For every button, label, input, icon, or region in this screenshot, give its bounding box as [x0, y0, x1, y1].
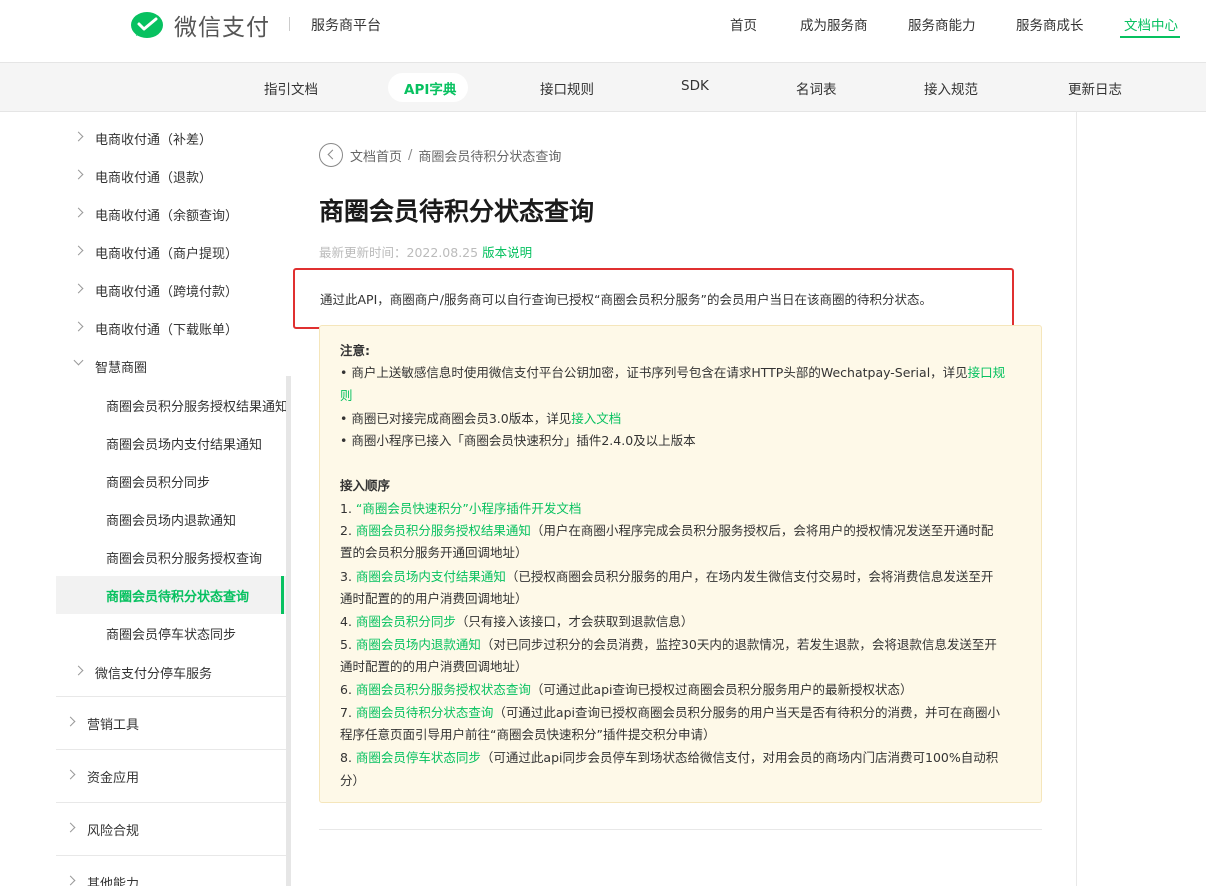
sidebar-divider: [56, 802, 286, 803]
chevron-right-icon: [65, 875, 76, 886]
chevron-right-icon: [73, 169, 84, 180]
access-doc-link[interactable]: 接入文档: [571, 411, 621, 426]
tab-changelog[interactable]: 更新日志: [1068, 78, 1122, 98]
order-step: 2. 商圈会员积分服务授权结果通知（用户在商圈小程序完成会员积分服务授权后，会将…: [340, 523, 994, 538]
chevron-right-icon: [65, 716, 76, 727]
sidebar-scrollbar[interactable]: [286, 376, 291, 886]
sidebar-subitem-selected[interactable]: 商圈会员待积分状态查询: [56, 576, 286, 614]
chevron-right-icon: [73, 321, 84, 332]
sidebar-divider: [56, 855, 286, 856]
notice-heading: 注意:: [340, 343, 370, 358]
chevron-right-icon: [65, 822, 76, 833]
sidebar-divider: [56, 696, 286, 697]
updated-date: 2022.08.25: [406, 245, 479, 260]
order-step: 1. “商圈会员快速积分”小程序插件开发文档: [340, 501, 582, 516]
content-divider: [319, 829, 1042, 830]
order-step-cont: 通时配置的的用户消费回调地址）: [340, 659, 528, 674]
notice-line: • 商圈小程序已接入「商圈会员快速积分」插件2.4.0及以上版本: [340, 433, 696, 448]
back-arrow-icon[interactable]: [319, 143, 343, 167]
update-meta: 最新更新时间：2022.08.25 版本说明: [319, 242, 532, 261]
order-step: 5. 商圈会员场内退款通知（对已同步过积分的会员消费，监控30天内的退款情况，若…: [340, 637, 997, 652]
notice-line: • 商户上送敏感信息时使用微信支付平台公钥加密，证书序列号包含在请求HTTP头部…: [340, 365, 1006, 380]
order-step-cont: 程序任意页面引导用户前往“商圈会员快速积分”插件提交积分申请）: [340, 727, 716, 742]
intro-highlight-box: 通过此API，商圈商户/服务商可以自行查询已授权“商圈会员积分服务”的会员用户当…: [293, 268, 1014, 329]
breadcrumb-separator: /: [408, 147, 413, 163]
breadcrumb: 文档首页 / 商圈会员待积分状态查询: [319, 142, 561, 168]
sidebar-item[interactable]: 电商收付通（补差）: [56, 119, 286, 157]
selected-indicator: [281, 576, 284, 614]
sidebar-group-other[interactable]: 其他能力: [56, 863, 286, 886]
sidebar-group-marketing[interactable]: 营销工具: [56, 704, 286, 742]
nav-active-underline: [1120, 36, 1180, 38]
order-step: 3. 商圈会员场内支付结果通知（已授权商圈会员积分服务的用户，在场内发生微信支付…: [340, 569, 994, 584]
tab-glossary[interactable]: 名词表: [796, 78, 837, 98]
notice-line: • 商圈已对接完成商圈会员3.0版本，详见接入文档: [340, 411, 622, 426]
nav-home[interactable]: 首页: [730, 14, 757, 34]
step-link[interactable]: 商圈会员场内支付结果通知: [356, 569, 506, 584]
sidebar-group-risk[interactable]: 风险合规: [56, 810, 286, 848]
sidebar-subitem[interactable]: 商圈会员积分服务授权结果通知: [56, 386, 288, 424]
sidebar-group-funds[interactable]: 资金应用: [56, 757, 286, 795]
sidebar-subitem[interactable]: 商圈会员停车状态同步: [56, 614, 286, 652]
nav-become-provider[interactable]: 成为服务商: [800, 14, 868, 34]
chevron-right-icon: [73, 207, 84, 218]
sidebar-item[interactable]: 电商收付通（商户提现）: [56, 233, 286, 271]
api-rules-link[interactable]: 接口规: [968, 365, 1006, 380]
sidebar-subitem[interactable]: 商圈会员场内支付结果通知: [56, 424, 286, 462]
top-header: 微信支付 服务商平台 首页 成为服务商 服务商能力 服务商成长 文档中心: [0, 0, 1206, 62]
chevron-right-icon: [73, 283, 84, 294]
sidebar-item[interactable]: 电商收付通（余额查询）: [56, 195, 286, 233]
sub-nav: 指引文档 API字典 接口规则 SDK 名词表 接入规范 更新日志: [0, 62, 1206, 112]
chevron-right-icon: [73, 665, 84, 676]
step-link[interactable]: 商圈会员场内退款通知: [356, 637, 481, 652]
step-link[interactable]: 商圈会员待积分状态查询: [356, 705, 494, 720]
chevron-down-icon: [73, 355, 84, 366]
intro-text: 通过此API，商圈商户/服务商可以自行查询已授权“商圈会员积分服务”的会员用户当…: [320, 292, 932, 307]
sidebar-subitem[interactable]: 商圈会员积分同步: [56, 462, 286, 500]
top-nav: 首页 成为服务商 服务商能力 服务商成长 文档中心: [0, 14, 1206, 44]
order-step: 6. 商圈会员积分服务授权状态查询（可通过此api查询已授权过商圈会员积分服务用…: [340, 682, 913, 697]
step-link[interactable]: “商圈会员快速积分”小程序插件开发文档: [356, 501, 581, 516]
api-rules-link[interactable]: 则: [340, 388, 353, 403]
order-step: 8. 商圈会员停车状态同步（可通过此api同步会员停车到场状态给微信支付，对用会…: [340, 750, 999, 765]
sidebar-item[interactable]: 电商收付通（退款）: [56, 157, 286, 195]
order-step: 7. 商圈会员待积分状态查询（可通过此api查询已授权商圈会员积分服务的用户当天…: [340, 705, 1000, 720]
tab-access-spec[interactable]: 接入规范: [924, 78, 978, 98]
order-step-cont: 分）: [340, 773, 366, 788]
sidebar-subitem[interactable]: 商圈会员积分服务授权查询: [56, 538, 286, 576]
tab-api-rules[interactable]: 接口规则: [540, 78, 594, 98]
chevron-right-icon: [65, 769, 76, 780]
order-step-cont: 置的会员积分服务开通回调地址）: [340, 545, 528, 560]
step-link[interactable]: 商圈会员积分服务授权状态查询: [356, 682, 531, 697]
order-step-cont: 通时配置的的用户消费回调地址）: [340, 591, 528, 606]
notice-line: 则: [340, 384, 353, 407]
version-notes-link[interactable]: 版本说明: [482, 245, 532, 260]
notice-box: 注意: • 商户上送敏感信息时使用微信支付平台公钥加密，证书序列号包含在请求HT…: [319, 325, 1042, 803]
content-right-border: [1076, 112, 1077, 886]
breadcrumb-home[interactable]: 文档首页: [350, 146, 402, 165]
sidebar-subitem[interactable]: 商圈会员场内退款通知: [56, 500, 286, 538]
step-link[interactable]: 商圈会员停车状态同步: [356, 750, 481, 765]
tab-guide-docs[interactable]: 指引文档: [264, 78, 318, 98]
sidebar: 电商收付通（补差） 电商收付通（退款） 电商收付通（余额查询） 电商收付通（商户…: [0, 112, 292, 886]
nav-provider-capability[interactable]: 服务商能力: [908, 14, 976, 34]
sidebar-item-smart-mall[interactable]: 智慧商圈: [56, 347, 286, 385]
step-link[interactable]: 商圈会员积分同步: [356, 614, 456, 629]
updated-label: 最新更新时间：: [319, 245, 407, 260]
breadcrumb-current: 商圈会员待积分状态查询: [418, 149, 562, 165]
chevron-right-icon: [73, 245, 84, 256]
step-link[interactable]: 商圈会员积分服务授权结果通知: [356, 523, 531, 538]
chevron-right-icon: [73, 131, 84, 142]
sidebar-item[interactable]: 电商收付通（跨境付款）: [56, 271, 286, 309]
page-title: 商圈会员待积分状态查询: [319, 197, 595, 226]
nav-doc-center[interactable]: 文档中心: [1124, 14, 1178, 34]
sidebar-item[interactable]: 微信支付分停车服务: [56, 653, 286, 691]
tab-api-dictionary[interactable]: API字典: [404, 78, 456, 98]
order-step: 4. 商圈会员积分同步（只有接入该接口，才会获取到退款信息）: [340, 614, 694, 629]
sidebar-item[interactable]: 电商收付通（下载账单）: [56, 309, 286, 347]
sidebar-divider: [56, 749, 286, 750]
nav-provider-growth[interactable]: 服务商成长: [1016, 14, 1084, 34]
tab-sdk[interactable]: SDK: [681, 78, 709, 94]
order-heading: 接入顺序: [340, 478, 391, 493]
